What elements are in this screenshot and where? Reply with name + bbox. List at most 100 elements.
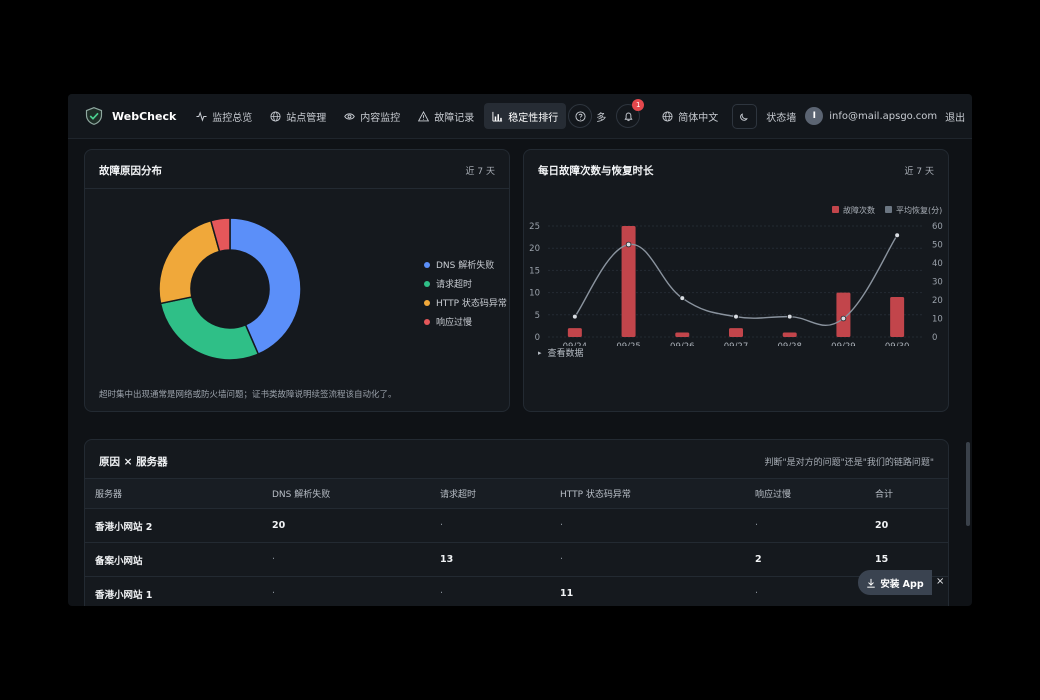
line-point[interactable]: [625, 241, 632, 248]
nav-item-content[interactable]: 内容监控: [336, 103, 408, 129]
theme-toggle[interactable]: [732, 103, 758, 129]
view-data-toggle[interactable]: ▸ 查看数据: [538, 346, 584, 360]
cause-server-table: 服务器 DNS 解析失败 请求超时 HTTP 状态码异常 响应过慢 合计 香港小…: [85, 479, 948, 606]
install-close-button[interactable]: ×: [936, 576, 944, 587]
column-header[interactable]: 服务器: [85, 479, 262, 509]
card-title: 故障原因分布: [99, 165, 162, 177]
table-row[interactable]: 备案小网站 · 13 · 2 15: [85, 542, 948, 577]
pulse-icon: [196, 110, 207, 122]
column-header[interactable]: HTTP 状态码异常: [550, 479, 745, 509]
cause-distribution-card: 故障原因分布 近 7 天 DNS 解析失败 请求超时 HTTP 状态码异常 响应…: [84, 149, 510, 412]
nav-item-label: 站点管理: [286, 112, 327, 124]
bar[interactable]: [782, 332, 797, 337]
bar[interactable]: [890, 297, 905, 337]
legend-item[interactable]: 请求超时: [424, 277, 507, 290]
nav-item-label: 故障记录: [434, 112, 475, 124]
daily-combo-chart: 故障次数平均恢复(分)0510152025010203040506009/240…: [529, 205, 943, 346]
nav-item-label: 内容监控: [360, 112, 401, 124]
x-tick-label: 09/25: [616, 342, 641, 346]
cause-server-table-card: 原因 × 服务器 判断"是对方的问题"还是"我们的链路问题" 服务器 DNS 解…: [84, 439, 949, 606]
nav-item-stability-ranking[interactable]: 稳定性排行: [484, 103, 567, 129]
y-right-tick-label: 20: [932, 296, 943, 306]
daily-incidents-card: 每日故障次数与恢复时长 近 7 天 故障次数 平均恢复(分) 0 5 10 15 20 25 0…: [523, 149, 949, 412]
legend-label[interactable]: 平均恢复(分): [896, 205, 942, 215]
table-row[interactable]: 香港小网站 2 20 · · · 20: [85, 508, 948, 543]
avatar[interactable]: I: [805, 107, 824, 125]
y-left-tick-label: 20: [529, 244, 540, 254]
cell-http: 11: [550, 576, 745, 606]
help-button[interactable]: [568, 104, 593, 128]
notification-badge: 1: [632, 99, 645, 111]
cell-dns: 20: [262, 508, 430, 543]
column-header[interactable]: 响应过慢: [745, 479, 865, 509]
app-window: WebCheck 监控总览 站点管理 内容监控 故障记录 稳定性排行 多 1 简…: [68, 94, 972, 606]
line-point[interactable]: [733, 313, 739, 320]
donut-slice[interactable]: [159, 296, 260, 361]
page-scrollbar[interactable]: [966, 442, 970, 526]
line-point[interactable]: [786, 313, 793, 320]
x-tick-label: 09/28: [777, 342, 802, 346]
y-left-tick-label: 25: [529, 222, 540, 232]
cell-http: ·: [550, 508, 745, 543]
more-label[interactable]: 多: [596, 109, 606, 124]
nav-item-overview[interactable]: 监控总览: [188, 103, 260, 129]
cell-total: 20: [865, 508, 948, 543]
cell-dns: ·: [262, 576, 430, 606]
y-left-tick-label: 0: [535, 333, 540, 343]
y-left-tick-label: 15: [529, 266, 540, 276]
view-data-label: 查看数据: [547, 349, 584, 359]
brand[interactable]: WebCheck: [84, 106, 176, 126]
legend-dot: [424, 299, 430, 306]
combo-legend: 故障次数 平均恢复(分): [832, 205, 942, 215]
bar[interactable]: [675, 332, 690, 337]
warning-icon: [418, 110, 430, 121]
nav-item-sites[interactable]: 站点管理: [262, 103, 334, 129]
column-header[interactable]: DNS 解析失败: [262, 479, 430, 509]
y-right-tick-label: 30: [932, 278, 943, 288]
column-header[interactable]: 请求超时: [430, 479, 550, 509]
bar[interactable]: [567, 328, 582, 337]
line-point[interactable]: [572, 313, 578, 320]
notification-button[interactable]: 1: [616, 99, 645, 128]
more-menu[interactable]: 多: [568, 104, 606, 128]
legend-item[interactable]: 响应过慢: [424, 315, 507, 328]
card-header: 故障原因分布 近 7 天: [85, 150, 509, 189]
legend-label[interactable]: 故障次数: [843, 205, 875, 215]
status-wall-link[interactable]: 状态墙: [766, 109, 796, 124]
bar[interactable]: [729, 328, 743, 337]
column-header[interactable]: 合计: [865, 479, 948, 509]
legend-dot: [424, 261, 430, 268]
x-tick-label: 09/29: [831, 342, 856, 346]
moon-icon: [740, 112, 748, 121]
download-icon: [867, 578, 876, 588]
caret-right-icon: ▸: [538, 348, 542, 357]
legend-label: DNS 解析失败: [436, 261, 495, 271]
nav-item-incidents[interactable]: 故障记录: [410, 103, 482, 129]
user-email: info@mail.apsgo.com: [829, 110, 938, 122]
card-title: 原因 × 服务器: [99, 456, 168, 468]
legend-item[interactable]: HTTP 状态码异常: [424, 296, 507, 309]
logout-link[interactable]: 退出: [945, 109, 965, 124]
cell-server: 香港小网站 1: [85, 576, 262, 606]
y-left-tick-label: 5: [535, 311, 540, 321]
install-app-button[interactable]: 安装 App: [858, 570, 932, 595]
legend-swatch: [885, 206, 892, 213]
line-point[interactable]: [840, 315, 847, 322]
line-point[interactable]: [679, 295, 686, 301]
globe-icon: [662, 110, 673, 122]
language-selector[interactable]: 简体中文: [654, 103, 726, 129]
donut-slice[interactable]: [158, 219, 221, 305]
legend-item[interactable]: DNS 解析失败: [424, 258, 507, 271]
x-tick-label: 09/30: [885, 342, 910, 346]
help-icon: [575, 110, 586, 122]
globe-icon: [270, 110, 281, 122]
cause-note: 超时集中出现通常是网络或防火墙问题；证书类故障说明续签流程该自动化了。: [99, 390, 397, 400]
table-row[interactable]: 香港小网站 1 · · 11 ·: [85, 576, 948, 606]
line-point[interactable]: [894, 232, 900, 239]
cell-server: 香港小网站 2: [85, 508, 262, 543]
donut-legend: DNS 解析失败 请求超时 HTTP 状态码异常 响应过慢: [424, 258, 507, 334]
y-right-tick-label: 0: [932, 333, 937, 343]
install-app-label: 安装 App: [880, 578, 924, 590]
language-label: 简体中文: [678, 112, 719, 124]
cell-timeout: ·: [430, 576, 550, 606]
